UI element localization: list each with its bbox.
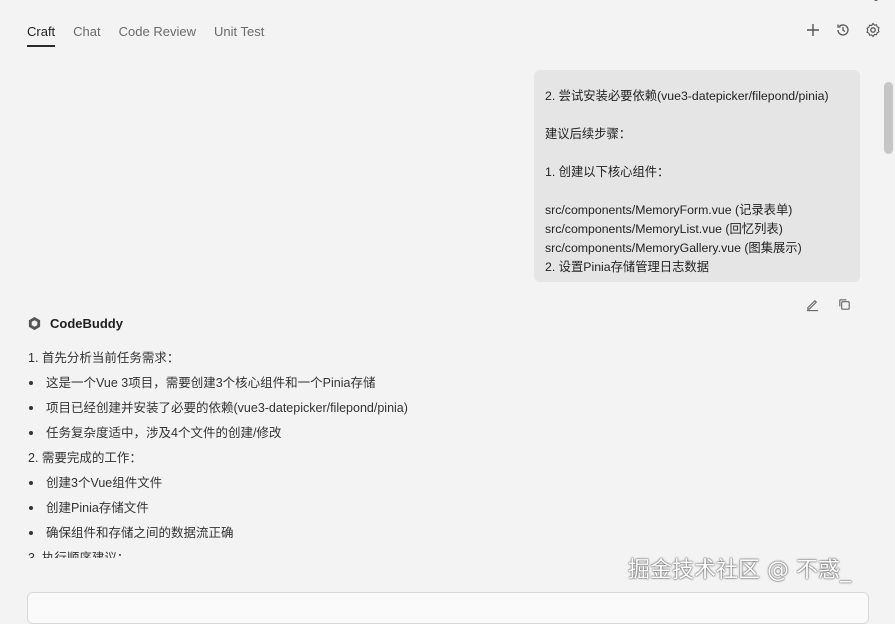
user-message-line: src/components/MemoryList.vue (回忆列表) <box>545 222 783 236</box>
chat-input[interactable] <box>27 592 869 624</box>
user-message-line <box>545 144 829 163</box>
assistant-header: CodeBuddy <box>27 316 123 331</box>
scrollbar-thumb[interactable] <box>884 82 893 154</box>
user-message-line: 1. 创建以下核心组件： <box>545 165 670 179</box>
list-item: 这是一个Vue 3项目，需要创建3个核心组件和一个Pinia存储 <box>28 373 628 398</box>
user-message-line: 建议后续步骤： <box>545 127 632 141</box>
message-actions <box>804 296 852 312</box>
list-item: 1. 首先分析当前任务需求： <box>28 351 180 365</box>
user-message-line: src/components/MemoryGallery.vue (图集展示) <box>545 241 802 255</box>
user-message-bubble: 2. 尝试安装必要依赖(vue3-datepicker/filepond/pin… <box>534 70 860 282</box>
codebuddy-logo-icon <box>28 316 41 331</box>
top-bar: Craft Chat Code Review Unit Test <box>0 0 895 60</box>
edit-icon[interactable] <box>804 296 820 312</box>
tab-chat[interactable]: Chat <box>73 24 100 47</box>
list-item: 创建Pinia存储文件 <box>28 498 628 523</box>
tab-craft[interactable]: Craft <box>27 24 56 47</box>
user-message-line <box>545 182 829 201</box>
user-message-line: src/components/MemoryForm.vue (记录表单) <box>545 203 793 217</box>
user-message-text: 2. 尝试安装必要依赖(vue3-datepicker/filepond/pin… <box>545 87 829 277</box>
list-item: 项目已经创建并安装了必要的依赖(vue3-datepicker/filepond… <box>28 398 628 423</box>
watermark: 掘金技术社区 @ 不惑_ <box>628 558 851 583</box>
history-icon[interactable] <box>835 22 851 38</box>
settings-icon[interactable] <box>865 22 881 38</box>
tab-code-review[interactable]: Code Review <box>119 24 196 47</box>
user-message-line: 2. 尝试安装必要依赖(vue3-datepicker/filepond/pin… <box>545 89 829 103</box>
user-message-line <box>545 106 829 125</box>
assistant-message: 1. 首先分析当前任务需求： 这是一个Vue 3项目，需要创建3个核心组件和一个… <box>28 348 628 558</box>
more-icon[interactable] <box>873 0 879 2</box>
list-item: 任务复杂度适中，涉及4个文件的创建/修改 <box>28 423 628 448</box>
list-item: 确保组件和存储之间的数据流正确 <box>28 523 628 548</box>
tab-unit-test[interactable]: Unit Test <box>214 24 264 47</box>
list-item: 创建3个Vue组件文件 <box>28 473 628 498</box>
copy-icon[interactable] <box>836 296 852 312</box>
user-message-line: 2. 设置Pinia存储管理日志数据 <box>545 260 709 274</box>
tab-bar: Craft Chat Code Review Unit Test <box>27 24 282 47</box>
header-actions <box>805 22 881 38</box>
list-item: 2. 需要完成的工作： <box>28 451 142 465</box>
plus-icon[interactable] <box>805 22 821 38</box>
assistant-name: CodeBuddy <box>50 316 123 331</box>
list-item: 3. 执行顺序建议： <box>28 551 130 558</box>
